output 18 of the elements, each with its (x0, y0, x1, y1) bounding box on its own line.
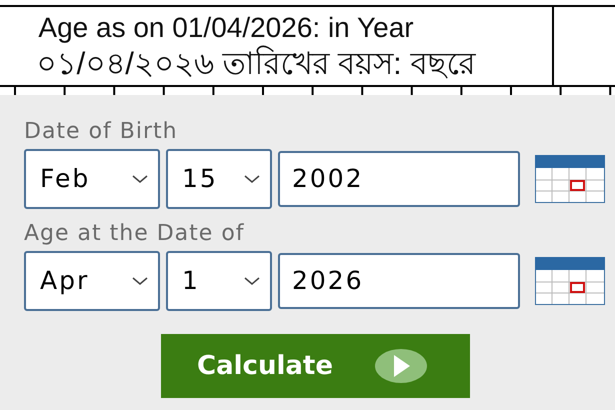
field-label: Age at the Date of (24, 220, 246, 248)
year-field[interactable]: 2002 (278, 151, 520, 207)
day-select[interactable]: 15 (166, 149, 272, 209)
calendar-icon[interactable] (535, 155, 605, 203)
chevron-down-icon (132, 174, 148, 184)
play-icon (374, 349, 427, 383)
calculate-button[interactable]: Calculate (161, 334, 470, 398)
calendar-icon[interactable] (535, 257, 605, 305)
field-label: Date of Birth (24, 118, 179, 146)
chevron-down-icon (244, 276, 260, 286)
chevron-down-icon (132, 276, 148, 286)
month-select[interactable]: Feb (24, 149, 160, 209)
day-select[interactable]: 1 (166, 251, 272, 311)
cell-text: ০১/০৪/২০২৬ তারিখের বয়স: বছরে (36, 46, 476, 82)
cell-text: Age as on 01/04/2026: in Year (37, 11, 414, 45)
month-select[interactable]: Apr (24, 251, 160, 311)
chevron-down-icon (244, 174, 260, 184)
year-field[interactable]: 2026 (278, 253, 520, 309)
